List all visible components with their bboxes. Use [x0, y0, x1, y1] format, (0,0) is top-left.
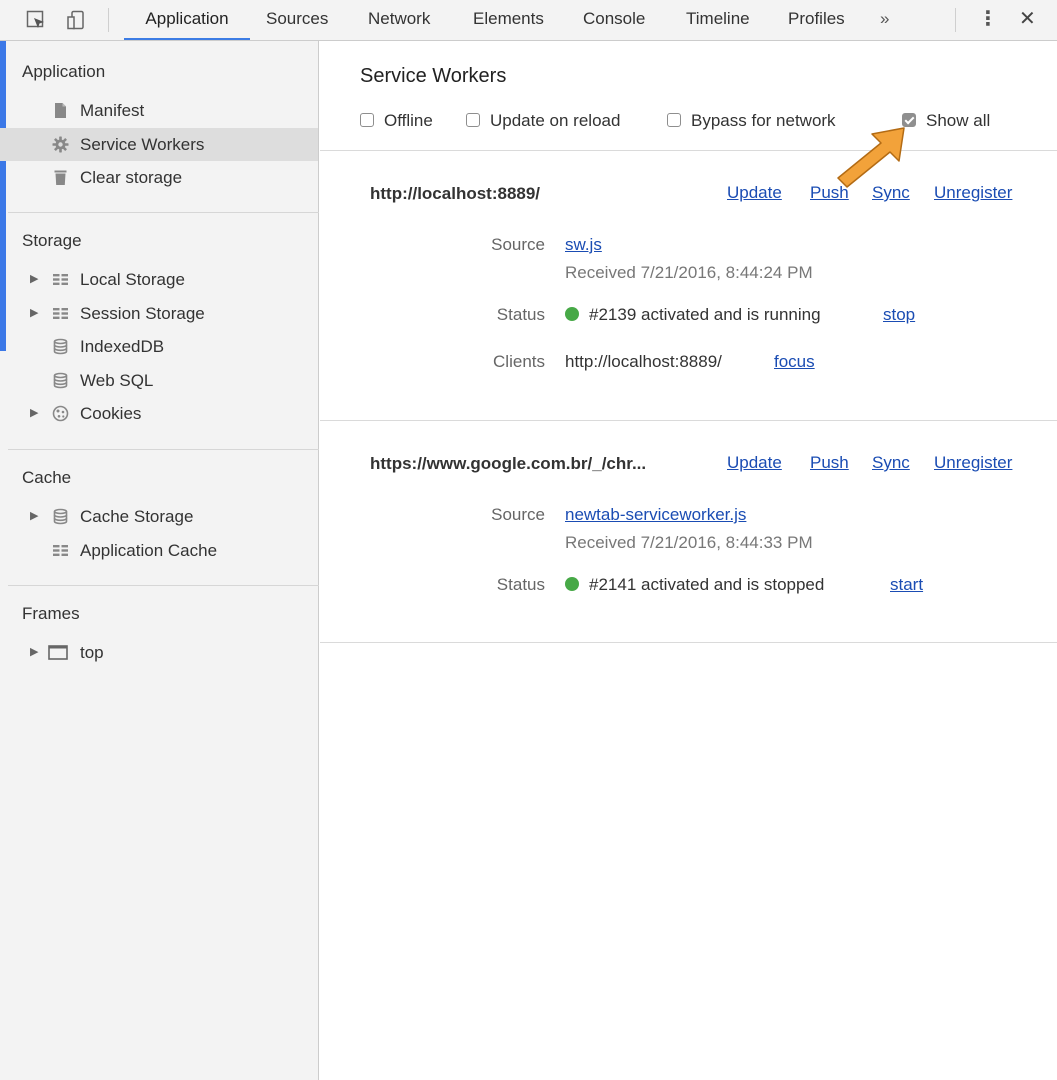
start-link[interactable]: start [890, 575, 923, 595]
customize-menu-icon[interactable]: ⋮ [978, 0, 998, 40]
sidebar-item-session-storage[interactable]: ▶ Session Storage [0, 297, 318, 330]
tab-network[interactable]: Network [368, 0, 430, 40]
toolbar-separator [108, 8, 109, 32]
status-label: Status [496, 305, 545, 324]
toolbar-separator [955, 8, 956, 32]
sidebar-item-label: Web SQL [80, 371, 154, 390]
sidebar-section-frames: Frames [22, 604, 80, 623]
devtools-toolbar: Application Sources Network Elements Con… [0, 0, 1057, 41]
sidebar-item-label: Cache Storage [80, 507, 194, 526]
close-icon[interactable]: ✕ [1019, 0, 1036, 40]
checkbox-label: Offline [384, 111, 433, 130]
sidebar-section-application: Application [22, 62, 106, 81]
sidebar-item-label: Application Cache [80, 541, 218, 560]
gear-icon [52, 136, 69, 153]
source-link[interactable]: sw.js [565, 235, 602, 255]
database-icon [53, 372, 68, 389]
expand-arrow-icon[interactable]: ▶ [30, 297, 38, 330]
tab-profiles[interactable]: Profiles [788, 0, 845, 40]
sidebar-section-storage: Storage [22, 231, 82, 250]
sidebar-item-cookies[interactable]: ▶ Cookies [0, 397, 318, 430]
more-tabs-icon[interactable]: » [880, 0, 889, 40]
focus-link[interactable]: focus [774, 352, 815, 372]
checkbox-box[interactable] [466, 113, 480, 127]
sidebar-item-label: Service Workers [80, 135, 205, 154]
sidebar-item-frame-top[interactable]: ▶ top [0, 636, 318, 669]
device-toolbar-icon[interactable] [66, 10, 86, 30]
worker-origin: http://localhost:8889/ [370, 184, 541, 203]
sidebar-item-label: Manifest [80, 101, 145, 120]
sidebar-section-cache: Cache [22, 468, 72, 487]
sidebar-item-clear-storage[interactable]: Clear storage [0, 161, 318, 194]
stop-link[interactable]: stop [883, 305, 915, 325]
received-timestamp: Received 7/21/2016, 8:44:24 PM [565, 263, 813, 282]
table-grid-icon [53, 308, 68, 319]
expand-arrow-icon[interactable]: ▶ [30, 500, 38, 533]
tab-console[interactable]: Console [583, 0, 645, 40]
tab-sources[interactable]: Sources [266, 0, 328, 40]
page-title: Service Workers [360, 65, 507, 87]
annotation-arrow-icon [837, 127, 905, 188]
tab-elements[interactable]: Elements [473, 0, 544, 40]
sidebar-item-web-sql[interactable]: Web SQL [0, 364, 318, 397]
expand-arrow-icon[interactable]: ▶ [30, 397, 38, 430]
status-text: #2141 activated and is stopped [589, 575, 825, 594]
expand-arrow-icon[interactable]: ▶ [30, 263, 38, 296]
sidebar-divider [8, 585, 319, 586]
update-link[interactable]: Update [727, 183, 782, 203]
sidebar-item-label: IndexedDB [80, 337, 165, 356]
checkbox-box[interactable] [360, 113, 374, 127]
sidebar-divider [8, 449, 319, 450]
table-grid-icon [53, 545, 68, 556]
sync-link[interactable]: Sync [872, 453, 910, 473]
cookie-icon [52, 405, 69, 422]
source-link[interactable]: newtab-serviceworker.js [565, 505, 746, 525]
section-divider [320, 642, 1057, 643]
inspect-element-icon[interactable] [26, 10, 46, 30]
database-icon [53, 508, 68, 525]
client-url: http://localhost:8889/ [565, 352, 722, 371]
source-label: Source [491, 235, 545, 254]
unregister-link[interactable]: Unregister [934, 183, 1012, 203]
checkbox-box[interactable] [667, 113, 681, 127]
database-icon [53, 338, 68, 355]
sidebar-item-service-workers[interactable]: Service Workers [0, 128, 318, 161]
tab-timeline[interactable]: Timeline [686, 0, 750, 40]
status-stopped-icon [565, 577, 579, 591]
status-label: Status [496, 575, 545, 594]
checkbox-box-checked[interactable] [902, 113, 916, 127]
section-divider [320, 420, 1057, 421]
status-running-icon [565, 307, 579, 321]
sidebar-item-label: top [80, 643, 104, 662]
sidebar-item-manifest[interactable]: Manifest [0, 94, 318, 127]
sidebar-item-label: Clear storage [80, 168, 183, 187]
sidebar-item-label: Cookies [80, 404, 142, 423]
sidebar-item-label: Local Storage [80, 270, 185, 289]
document-icon [55, 103, 66, 118]
table-grid-icon [53, 274, 68, 285]
frame-icon [48, 645, 68, 660]
tab-application[interactable]: Application [124, 0, 250, 40]
status-text: #2139 activated and is running [589, 305, 821, 324]
clients-label: Clients [493, 352, 545, 371]
update-link[interactable]: Update [727, 453, 782, 473]
checkbox-label: Bypass for network [691, 111, 836, 130]
expand-arrow-icon[interactable]: ▶ [30, 636, 38, 669]
service-workers-panel: Service Workers Offline Update on reload… [320, 41, 1057, 1080]
worker-origin: https://www.google.com.br/_/chr... [370, 454, 647, 473]
sidebar-item-indexeddb[interactable]: IndexedDB [0, 330, 318, 363]
sidebar-item-application-cache[interactable]: Application Cache [0, 534, 318, 567]
checkbox-label: Update on reload [490, 111, 621, 130]
unregister-link[interactable]: Unregister [934, 453, 1012, 473]
sidebar-item-cache-storage[interactable]: ▶ Cache Storage [0, 500, 318, 533]
checkbox-label: Show all [926, 111, 991, 130]
trash-icon [54, 170, 67, 185]
source-label: Source [491, 505, 545, 524]
sidebar-item-local-storage[interactable]: ▶ Local Storage [0, 263, 318, 296]
sidebar-divider [8, 212, 319, 213]
received-timestamp: Received 7/21/2016, 8:44:33 PM [565, 533, 813, 552]
sidebar-item-label: Session Storage [80, 304, 205, 323]
section-divider [320, 150, 1057, 151]
push-link[interactable]: Push [810, 453, 849, 473]
